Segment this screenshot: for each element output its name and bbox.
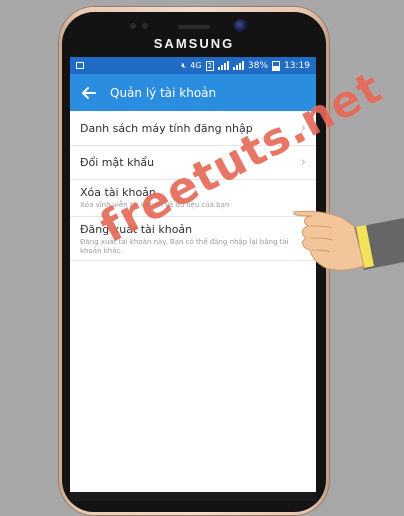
status-bar: 🔇︎ 4G 2 38% 13:19 (70, 57, 316, 74)
menu-item-description: Đăng xuất tài khoản này. Bạn có thể đăng… (80, 238, 289, 255)
menu-item-label: Danh sách máy tính đăng nhập (80, 121, 253, 135)
light-sensor (142, 23, 148, 29)
battery-percent: 38% (248, 60, 269, 71)
back-arrow-icon[interactable] (80, 84, 98, 102)
gallery-notification-icon (76, 62, 84, 69)
phone-screen: 🔇︎ 4G 2 38% 13:19 Quản lý tài khoản Danh… (70, 57, 316, 501)
signal-icon-2 (233, 61, 245, 70)
earpiece-speaker (178, 25, 210, 29)
signal-icon (218, 61, 230, 70)
front-camera (234, 19, 248, 33)
brand-logo: SAMSUNG (153, 36, 235, 51)
pointing-hand-illustration (293, 210, 404, 271)
page-title: Quản lý tài khoản (110, 85, 217, 100)
menu-item-label: Xóa tài khoản (80, 186, 156, 199)
mute-icon: 🔇︎ (181, 60, 187, 70)
network-type: 4G (190, 61, 202, 70)
menu-item-label: Đăng xuất tài khoản (80, 223, 193, 236)
menu-item-label: Đổi mật khẩu (80, 156, 155, 169)
menu-item-login-devices[interactable]: Danh sách máy tính đăng nhập › (70, 111, 316, 146)
clock: 13:19 (284, 60, 310, 71)
menu-item-change-password[interactable]: Đổi mật khẩu › (70, 146, 316, 180)
battery-icon (272, 60, 281, 71)
chevron-right-icon: › (300, 120, 306, 136)
app-bar: Quản lý tài khoản (70, 74, 316, 111)
chevron-right-icon: › (300, 155, 306, 170)
sim-icon: 2 (205, 60, 215, 71)
menu-item-description: Xóa vĩnh viễn tài khoản và dữ liệu của b… (80, 201, 230, 209)
proximity-sensor (130, 23, 136, 29)
phone-bottom-bezel (70, 492, 316, 501)
